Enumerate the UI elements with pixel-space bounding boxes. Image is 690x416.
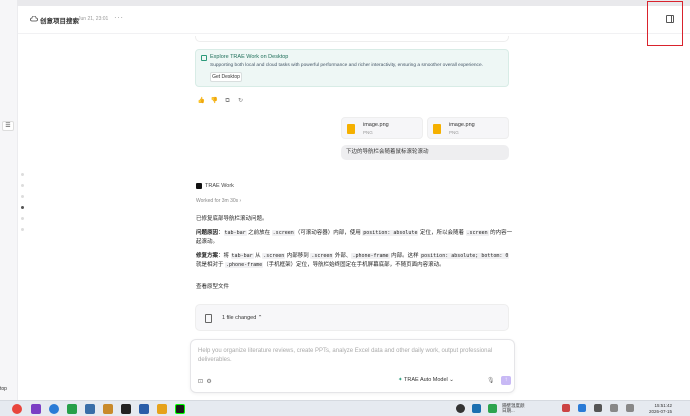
toggle-sidebar-button[interactable]: ☰ bbox=[2, 121, 14, 131]
tray-icon[interactable] bbox=[594, 404, 602, 412]
app-icon-green[interactable] bbox=[67, 404, 77, 414]
desktop-icon bbox=[201, 55, 207, 61]
edge-icon[interactable] bbox=[49, 404, 59, 414]
user-message: 下边的导航栏会随着鼠标滚轮滚动 bbox=[341, 145, 509, 160]
image-file-icon bbox=[433, 124, 441, 134]
wifi-icon[interactable] bbox=[610, 404, 618, 412]
composer: Help you organize literature reviews, cr… bbox=[190, 339, 515, 393]
visual-studio-icon[interactable] bbox=[31, 404, 41, 414]
problem-paragraph: 问题原因：tab-bar 之前放在 .screen（可滚动容器）内部，使用 po… bbox=[196, 230, 513, 245]
chrome-icon[interactable] bbox=[12, 404, 22, 414]
scroll-dot[interactable] bbox=[21, 228, 24, 231]
settings-icon[interactable]: ⚙ bbox=[206, 379, 211, 385]
scroll-dot[interactable] bbox=[21, 184, 24, 187]
app-icon-navy[interactable] bbox=[139, 404, 149, 414]
tray-app-icon[interactable] bbox=[472, 404, 481, 413]
scroll-dot-active[interactable] bbox=[21, 206, 24, 209]
cloud-icon bbox=[30, 16, 38, 22]
trae-logo-icon bbox=[196, 183, 202, 189]
session-date: Jun 21, 23:01 bbox=[78, 16, 109, 22]
attachment-name: image.png bbox=[363, 122, 389, 128]
model-selector[interactable]: ✦ TRAE Auto Model ⌄ bbox=[398, 377, 454, 383]
files-changed-card[interactable]: 1 file changed ⌃ bbox=[195, 304, 509, 331]
page-title: 创意项目搜索 bbox=[40, 18, 79, 25]
trae-app-icon[interactable] bbox=[175, 404, 185, 414]
files-changed-label: 1 file changed ⌃ bbox=[222, 315, 263, 321]
weather-widget[interactable]: 隔壁温度颜 日期... bbox=[502, 403, 525, 413]
scroll-indicator bbox=[21, 173, 25, 239]
assistant-name: TRAE Work bbox=[205, 183, 234, 189]
composer-tools: ⊡ ⚙ bbox=[198, 378, 212, 385]
scroll-dot[interactable] bbox=[21, 195, 24, 198]
scroll-dot[interactable] bbox=[21, 217, 24, 220]
attachment-type: PNG bbox=[449, 130, 459, 135]
tray-icon[interactable] bbox=[562, 404, 570, 412]
attachment-type: PNG bbox=[363, 130, 373, 135]
attachment-card[interactable]: image.png PNG bbox=[341, 117, 423, 139]
worked-for-toggle[interactable]: Worked for 3m 30s › bbox=[196, 198, 241, 204]
thumbs-down-icon[interactable]: 👎 bbox=[210, 97, 219, 105]
terminal-icon[interactable] bbox=[121, 404, 131, 414]
fix-paragraph: 修复方案：将 tab-bar 从 .screen 内部移到 .screen 外部… bbox=[196, 253, 510, 268]
folder-icon[interactable] bbox=[103, 404, 113, 414]
tray-app-icon[interactable] bbox=[456, 404, 465, 413]
fix-label: 修复方案 bbox=[196, 253, 219, 259]
attachment-name: image.png bbox=[449, 122, 475, 128]
prompt-input[interactable]: Help you organize literature reviews, cr… bbox=[198, 347, 508, 365]
taskbar: 隔壁温度颜 日期... 15:51:42 2026-07-15 bbox=[0, 400, 690, 416]
system-clock[interactable]: 15:51:42 2026-07-15 bbox=[649, 403, 672, 414]
mic-icon[interactable]: 🎙 bbox=[487, 377, 495, 384]
left-rail: ☰ top bbox=[0, 0, 17, 400]
header: 创意项目搜索 Jun 21, 23:01 ··· bbox=[18, 6, 690, 34]
promo-title: Explore TRAE Work on Desktop bbox=[210, 54, 289, 60]
worked-for-text: Worked for 3m 30s bbox=[196, 198, 239, 204]
tray-icon[interactable] bbox=[578, 404, 586, 412]
view-prototype-link[interactable]: 查看原型文件 bbox=[196, 283, 514, 292]
app-icon-blue[interactable] bbox=[85, 404, 95, 414]
scroll-dot[interactable] bbox=[21, 173, 24, 176]
attachment-card[interactable]: image.png PNG bbox=[427, 117, 509, 139]
previous-card bbox=[195, 36, 509, 42]
image-file-icon bbox=[347, 124, 355, 134]
volume-icon[interactable] bbox=[626, 404, 634, 412]
get-desktop-button[interactable]: Get Desktop bbox=[210, 72, 242, 82]
promo-banner: Explore TRAE Work on Desktop Supporting … bbox=[195, 49, 509, 87]
send-button[interactable]: ↑ bbox=[501, 376, 511, 385]
highlight-box bbox=[647, 1, 683, 46]
message-actions: 👍 👎 ⧉ ↻ bbox=[197, 97, 249, 105]
copy-icon[interactable]: ⧉ bbox=[223, 97, 232, 105]
file-explorer-icon[interactable] bbox=[157, 404, 167, 414]
thumbs-up-icon[interactable]: 👍 bbox=[197, 97, 206, 105]
retry-icon[interactable]: ↻ bbox=[236, 97, 245, 105]
problem-label: 问题原因 bbox=[196, 230, 219, 236]
more-options-icon[interactable]: ··· bbox=[114, 13, 124, 22]
sidebar-bottom-label: top bbox=[0, 386, 7, 392]
file-icon bbox=[205, 314, 212, 323]
sparkle-icon: ✦ bbox=[398, 377, 403, 383]
answer-line: 已修复底部导航栏滚动问题。 bbox=[196, 216, 268, 222]
tray-app-icon[interactable] bbox=[488, 404, 497, 413]
attach-icon[interactable]: ⊡ bbox=[198, 379, 203, 385]
promo-description: Supporting both local and cloud tasks wi… bbox=[210, 63, 483, 68]
